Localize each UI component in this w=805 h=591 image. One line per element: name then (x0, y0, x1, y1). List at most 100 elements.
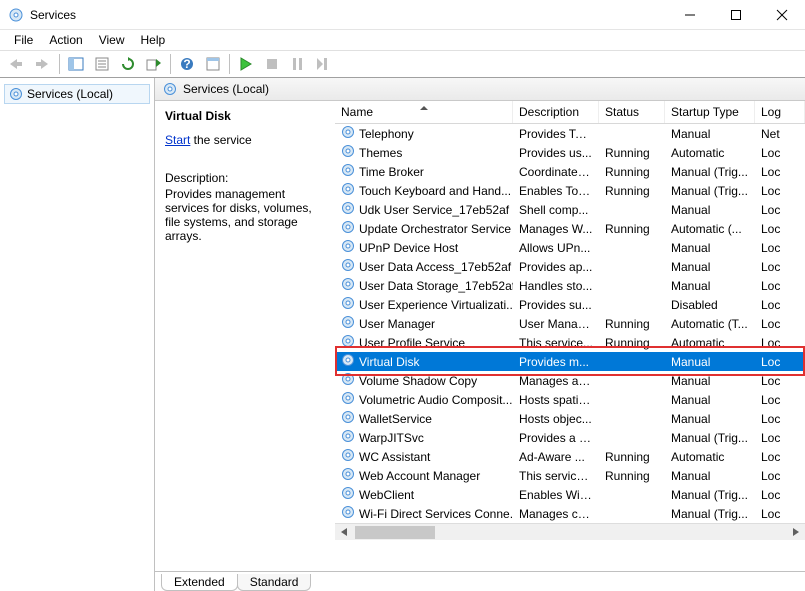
col-status[interactable]: Status (599, 101, 665, 123)
service-row[interactable]: Web Account ManagerThis service ...Runni… (335, 466, 805, 485)
service-row[interactable]: User Data Storage_17eb52afHandles sto...… (335, 276, 805, 295)
service-row[interactable]: User Data Access_17eb52afProvides ap...M… (335, 257, 805, 276)
gear-icon (341, 201, 355, 218)
gear-icon (341, 429, 355, 446)
col-description[interactable]: Description (513, 101, 599, 123)
service-row[interactable]: Time BrokerCoordinates...RunningManual (… (335, 162, 805, 181)
service-row[interactable]: UPnP Device HostAllows UPn...ManualLoc (335, 238, 805, 257)
start-service-link[interactable]: Start (165, 133, 190, 147)
service-name: Volume Shadow Copy (359, 374, 477, 388)
service-desc: Coordinates... (513, 165, 599, 179)
service-name: User Experience Virtualizati... (359, 298, 513, 312)
tab-standard[interactable]: Standard (237, 574, 312, 591)
gear-icon (163, 82, 177, 96)
service-startup: Disabled (665, 298, 755, 312)
service-row[interactable]: WarpJITSvcProvides a JI...Manual (Trig..… (335, 428, 805, 447)
maximize-button[interactable] (713, 0, 759, 30)
services-app-icon (8, 7, 24, 23)
close-button[interactable] (759, 0, 805, 30)
refresh-button[interactable] (116, 52, 140, 76)
service-name: User Data Storage_17eb52af (359, 279, 513, 293)
service-row[interactable]: Touch Keyboard and Hand...Enables Tou...… (335, 181, 805, 200)
service-desc: Hosts spatia... (513, 393, 599, 407)
gear-icon (341, 467, 355, 484)
service-row[interactable]: Wi-Fi Direct Services Conne...Manages co… (335, 504, 805, 523)
scroll-thumb[interactable] (355, 526, 435, 539)
rows-container: TelephonyProvides Tel...ManualNetThemesP… (335, 124, 805, 523)
gear-icon (341, 315, 355, 332)
service-desc: Provides a JI... (513, 431, 599, 445)
service-row[interactable]: Update Orchestrator ServiceManages W...R… (335, 219, 805, 238)
menu-help[interactable]: Help (133, 31, 174, 49)
service-row[interactable]: Volumetric Audio Composit...Hosts spatia… (335, 390, 805, 409)
service-row[interactable]: User Experience Virtualizati...Provides … (335, 295, 805, 314)
service-row[interactable]: WalletServiceHosts objec...ManualLoc (335, 409, 805, 428)
service-name: Volumetric Audio Composit... (359, 393, 512, 407)
service-desc: Enables Win... (513, 488, 599, 502)
scroll-right-arrow[interactable] (789, 525, 803, 539)
back-button[interactable] (5, 52, 29, 76)
service-row[interactable]: Virtual DiskProvides m...ManualLoc (335, 352, 805, 371)
col-name[interactable]: Name (335, 101, 513, 123)
tree-item-services-local[interactable]: Services (Local) (4, 84, 150, 104)
service-row[interactable]: Volume Shadow CopyManages an...ManualLoc (335, 371, 805, 390)
service-name: UPnP Device Host (359, 241, 458, 255)
restart-service-button[interactable] (312, 52, 336, 76)
menu-view[interactable]: View (91, 31, 133, 49)
col-logon[interactable]: Log (755, 101, 805, 123)
minimize-button[interactable] (667, 0, 713, 30)
service-row[interactable]: TelephonyProvides Tel...ManualNet (335, 124, 805, 143)
horizontal-scrollbar[interactable] (335, 523, 805, 540)
col-startup[interactable]: Startup Type (665, 101, 755, 123)
gear-icon (341, 239, 355, 256)
service-row[interactable]: ThemesProvides us...RunningAutomaticLoc (335, 143, 805, 162)
service-name: WarpJITSvc (359, 431, 424, 445)
service-row[interactable]: WC AssistantAd-Aware ...RunningAutomatic… (335, 447, 805, 466)
help-button[interactable]: ? (175, 52, 199, 76)
service-name: Udk User Service_17eb52af (359, 203, 509, 217)
service-startup: Manual (665, 203, 755, 217)
info-pane: Virtual Disk Start the service Descripti… (155, 101, 335, 571)
menu-action[interactable]: Action (41, 31, 90, 49)
tab-extended[interactable]: Extended (161, 574, 238, 591)
gear-icon (341, 182, 355, 199)
service-startup: Automatic (... (665, 222, 755, 236)
forward-button[interactable] (31, 52, 55, 76)
tree-pane: Services (Local) (0, 78, 155, 591)
properties-button[interactable] (90, 52, 114, 76)
service-startup: Manual (665, 127, 755, 141)
show-hide-tree-button[interactable] (64, 52, 88, 76)
service-name: WebClient (359, 488, 414, 502)
service-name: Themes (359, 146, 402, 160)
service-logon: Loc (755, 393, 805, 407)
service-logon: Loc (755, 431, 805, 445)
gear-icon (341, 220, 355, 237)
service-startup: Automatic (T... (665, 317, 755, 331)
service-row[interactable]: Udk User Service_17eb52afShell comp...Ma… (335, 200, 805, 219)
gear-icon (341, 144, 355, 161)
gear-icon (341, 277, 355, 294)
service-desc: Provides Tel... (513, 127, 599, 141)
pane-header-title: Services (Local) (183, 82, 269, 96)
start-service-button[interactable] (234, 52, 258, 76)
wizard-button[interactable] (201, 52, 225, 76)
service-startup: Manual (665, 241, 755, 255)
service-startup: Manual (665, 260, 755, 274)
menu-file[interactable]: File (6, 31, 41, 49)
service-startup: Manual (665, 393, 755, 407)
export-list-button[interactable] (142, 52, 166, 76)
service-logon: Loc (755, 450, 805, 464)
service-logon: Loc (755, 374, 805, 388)
window-title: Services (30, 8, 667, 22)
service-row[interactable]: WebClientEnables Win...Manual (Trig...Lo… (335, 485, 805, 504)
scroll-left-arrow[interactable] (337, 525, 351, 539)
service-logon: Loc (755, 203, 805, 217)
tree-item-label: Services (Local) (27, 87, 113, 101)
service-row[interactable]: User ManagerUser Manag...RunningAutomati… (335, 314, 805, 333)
pane-header: Services (Local) (155, 78, 805, 101)
stop-service-button[interactable] (260, 52, 284, 76)
pause-service-button[interactable] (286, 52, 310, 76)
service-startup: Manual (Trig... (665, 165, 755, 179)
service-startup: Manual (Trig... (665, 184, 755, 198)
service-row[interactable]: User Profile ServiceThis service...Runni… (335, 333, 805, 352)
